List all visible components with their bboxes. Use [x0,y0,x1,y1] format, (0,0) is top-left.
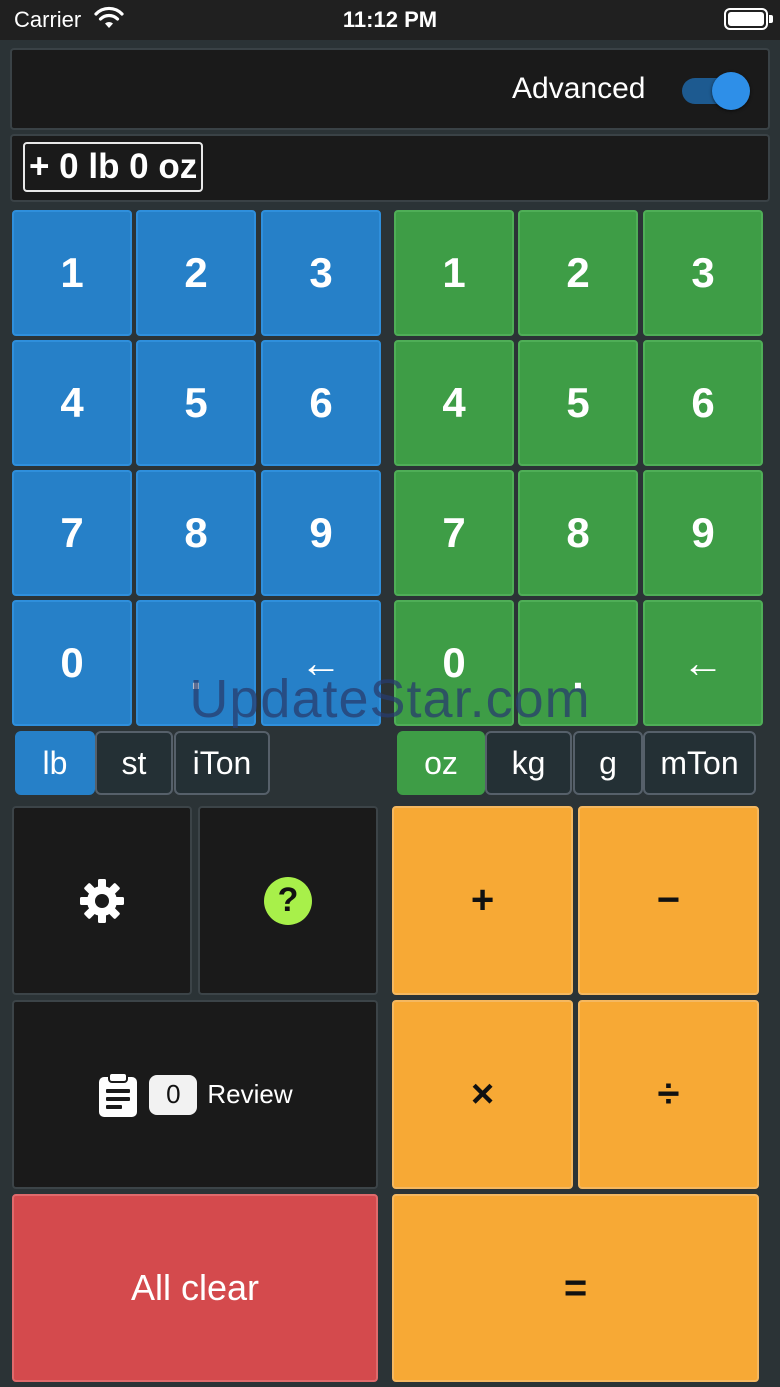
review-button[interactable]: 0 Review [12,1000,378,1189]
right-key-3[interactable]: 3 [643,210,763,336]
settings-button[interactable] [12,806,192,995]
left-key-label: 3 [309,249,333,296]
left-key-label: 7 [60,509,84,556]
right-key-label: . [572,651,584,698]
right-key-label: 7 [442,509,466,556]
right-unit-kg[interactable]: kg [485,731,572,795]
right-key-label: 0 [442,639,466,686]
advanced-toggle-knob[interactable] [712,72,750,110]
left-unit-iton[interactable]: iTon [174,731,270,795]
right-key-label: 2 [566,249,590,296]
right-key-5[interactable]: 5 [518,340,638,466]
status-time: 11:12 PM [342,7,438,32]
right-key-8[interactable]: 8 [518,470,638,596]
left-key-label: 5 [184,379,208,426]
right-key-label: ← [682,639,724,686]
review-label: Review [207,1079,293,1109]
left-key-decimal[interactable]: . [136,600,256,726]
multiply-button[interactable]: × [392,1000,573,1189]
help-button[interactable]: ? [198,806,378,995]
left-key-label: 8 [184,509,208,556]
left-unit-lb[interactable]: lb [15,731,95,795]
left-key-2[interactable]: 2 [136,210,256,336]
left-key-label: 6 [309,379,333,426]
right-key-4[interactable]: 4 [394,340,514,466]
right-key-label: 8 [566,509,590,556]
left-key-4[interactable]: 4 [12,340,132,466]
right-key-9[interactable]: 9 [643,470,763,596]
equals-button[interactable]: = [392,1194,759,1382]
left-key-label: . [190,651,202,698]
right-key-label: 3 [691,249,715,296]
gear-icon [80,878,124,923]
left-unit-st[interactable]: st [95,731,173,795]
advanced-label: Advanced [512,72,646,105]
left-key-label: 1 [60,249,84,296]
left-key-6[interactable]: 6 [261,340,381,466]
left-key-1[interactable]: 1 [12,210,132,336]
left-key-9[interactable]: 9 [261,470,381,596]
mode-panel [10,48,770,130]
left-key-0[interactable]: 0 [12,600,132,726]
left-key-label: 9 [309,509,333,556]
left-key-label: ← [300,639,342,686]
all-clear-button[interactable]: All clear [12,1194,378,1382]
right-key-decimal[interactable]: . [518,600,638,726]
left-key-3[interactable]: 3 [261,210,381,336]
right-unit-mton[interactable]: mTon [643,731,756,795]
right-key-2[interactable]: 2 [518,210,638,336]
right-key-1[interactable]: 1 [394,210,514,336]
clipboard-icon [99,1071,138,1117]
left-key-label: 0 [60,639,84,686]
left-key-label: 4 [60,379,84,426]
left-key-8[interactable]: 8 [136,470,256,596]
right-key-7[interactable]: 7 [394,470,514,596]
left-key-7[interactable]: 7 [12,470,132,596]
right-key-0[interactable]: 0 [394,600,514,726]
plus-button[interactable]: + [392,806,573,995]
question-icon: ? [264,876,312,925]
left-key-5[interactable]: 5 [136,340,256,466]
right-unit-g[interactable]: g [573,731,643,795]
right-unit-oz[interactable]: oz [397,731,485,795]
left-key-label: 2 [184,249,208,296]
battery-tip [769,15,773,23]
expression-text: + 0 lb 0 oz [23,142,204,192]
right-key-label: 6 [691,379,715,426]
right-key-label: 4 [442,379,466,426]
right-key-label: 9 [691,509,715,556]
minus-button[interactable]: − [578,806,759,995]
right-key-6[interactable]: 6 [643,340,763,466]
right-key-label: 5 [566,379,590,426]
left-key-backspace[interactable]: ← [261,600,381,726]
right-key-backspace[interactable]: ← [643,600,763,726]
divide-button[interactable]: ÷ [578,1000,759,1189]
review-count-badge: 0 [149,1074,198,1115]
battery-icon [724,8,768,30]
right-key-label: 1 [442,249,466,296]
